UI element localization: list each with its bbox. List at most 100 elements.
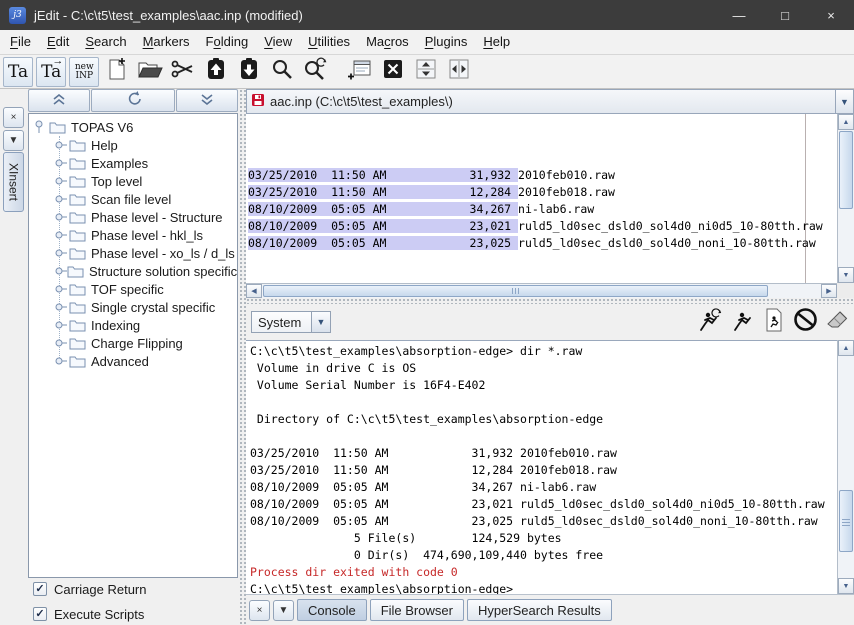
tree-collapsed-handle-icon[interactable] xyxy=(53,338,69,348)
menu-item-utilities[interactable]: Utilities xyxy=(300,30,358,54)
dock-close-button[interactable]: × xyxy=(3,107,24,128)
scroll-down-arrow-icon[interactable]: ▼ xyxy=(838,578,854,594)
tree-collapsed-handle-icon[interactable] xyxy=(53,302,69,312)
buffer-combo[interactable]: aac.inp (C:\c\t5\test_examples\) xyxy=(246,89,836,114)
tree-collapsed-handle-icon[interactable] xyxy=(53,284,69,294)
scrollbar-thumb[interactable] xyxy=(263,285,768,297)
vertical-splitter[interactable] xyxy=(239,89,246,625)
new-file-button[interactable] xyxy=(102,57,132,87)
find-button[interactable] xyxy=(267,57,297,87)
split-vertical-button[interactable] xyxy=(444,57,474,87)
text-automation-run-button[interactable]: Ta → xyxy=(36,57,66,87)
tree-item-help[interactable]: Help xyxy=(29,136,237,154)
tree-collapsed-handle-icon[interactable] xyxy=(53,212,69,222)
tree-item-phase-level-structure[interactable]: Phase level - Structure xyxy=(29,208,237,226)
clear-console-button[interactable] xyxy=(824,309,851,335)
open-file-button[interactable] xyxy=(135,57,165,87)
tree-item-charge-flipping[interactable]: Charge Flipping xyxy=(29,334,237,352)
tree-collapsed-handle-icon[interactable] xyxy=(53,356,69,366)
tab-file-browser[interactable]: File Browser xyxy=(370,599,464,621)
find-next-button[interactable] xyxy=(300,57,330,87)
tree-collapsed-handle-icon[interactable] xyxy=(53,176,69,186)
run-button[interactable] xyxy=(728,309,755,335)
collapse-all-button[interactable] xyxy=(28,89,90,112)
tree-item-tof-specific[interactable]: TOF specific xyxy=(29,280,237,298)
minimize-button[interactable]: — xyxy=(716,0,762,30)
tab-hypersearch-results[interactable]: HyperSearch Results xyxy=(467,599,612,621)
tree-collapsed-handle-icon[interactable] xyxy=(53,158,69,168)
close-button[interactable]: × xyxy=(808,0,854,30)
folder-icon xyxy=(69,355,86,368)
carriage-return-checkbox[interactable]: ✓ Carriage Return xyxy=(33,580,147,598)
paste-button[interactable] xyxy=(234,57,264,87)
unsplit-button[interactable] xyxy=(378,57,408,87)
scrollbar-thumb[interactable] xyxy=(839,131,853,209)
checkbox-checked-icon[interactable]: ✓ xyxy=(33,582,47,596)
maximize-button[interactable]: □ xyxy=(762,0,808,30)
menu-item-view[interactable]: View xyxy=(256,30,300,54)
shell-dropdown-arrow-icon[interactable]: ▼ xyxy=(311,312,330,332)
tree-collapsed-handle-icon[interactable] xyxy=(53,248,69,258)
reload-tree-button[interactable] xyxy=(91,89,174,112)
split-horizontal-button[interactable] xyxy=(411,57,441,87)
new-floating-instance-button[interactable] xyxy=(345,57,375,87)
tree-item-single-crystal-specific[interactable]: Single crystal specific xyxy=(29,298,237,316)
tree-item-phase-level-xo-ls-d-ls[interactable]: Phase level - xo_ls / d_ls xyxy=(29,244,237,262)
run-to-buffer-button[interactable] xyxy=(760,309,787,335)
editor-vertical-scrollbar[interactable]: ▲ ▼ xyxy=(837,114,854,283)
xinsert-tree[interactable]: TOPAS V6 HelpExamplesTop levelScan file … xyxy=(28,113,238,578)
folder-icon xyxy=(69,301,86,314)
copy-button[interactable] xyxy=(201,57,231,87)
tree-item-examples[interactable]: Examples xyxy=(29,154,237,172)
run-again-button[interactable] xyxy=(696,309,723,335)
scrollbar-thumb[interactable] xyxy=(839,490,853,552)
editor-horizontal-scrollbar[interactable]: ◀ ▶ xyxy=(246,283,837,298)
menu-item-plugins[interactable]: Plugins xyxy=(417,30,476,54)
shell-selector[interactable]: System ▼ xyxy=(251,311,331,333)
tab-console[interactable]: Console xyxy=(297,599,367,621)
menu-item-macros[interactable]: Macros xyxy=(358,30,417,54)
text-area[interactable]: 03/25/2010 11:50 AM 31,932 2010feb010.ra… xyxy=(246,114,837,283)
tree-item-phase-level-hkl-ls[interactable]: Phase level - hkl_ls xyxy=(29,226,237,244)
tree-collapsed-handle-icon[interactable] xyxy=(53,140,69,150)
tree-item-advanced[interactable]: Advanced xyxy=(29,352,237,370)
checkbox-checked-icon[interactable]: ✓ xyxy=(33,607,47,621)
scroll-up-arrow-icon[interactable]: ▲ xyxy=(838,114,854,130)
expand-all-button[interactable] xyxy=(176,89,238,112)
dock-menu-button[interactable]: ▼ xyxy=(273,600,294,621)
menu-item-help[interactable]: Help xyxy=(475,30,518,54)
execute-scripts-checkbox[interactable]: ✓ Execute Scripts xyxy=(33,605,144,623)
new-inp-button[interactable]: new INP xyxy=(69,57,99,87)
tree-collapsed-handle-icon[interactable] xyxy=(53,194,69,204)
buffer-dropdown-button[interactable]: ▼ xyxy=(836,89,854,114)
console-line: 08/10/2009 05:05 AM 23,021 ruld5_ld0sec_… xyxy=(250,496,837,513)
stop-button[interactable] xyxy=(792,309,819,335)
tree-collapsed-handle-icon[interactable] xyxy=(53,230,69,240)
cut-button[interactable] xyxy=(168,57,198,87)
tree-item-topas-v6[interactable]: TOPAS V6 xyxy=(29,118,237,136)
menu-item-folding[interactable]: Folding xyxy=(198,30,257,54)
scroll-down-arrow-icon[interactable]: ▼ xyxy=(838,267,854,283)
xinsert-dock-tab[interactable]: XInsert xyxy=(3,152,24,212)
tree-item-indexing[interactable]: Indexing xyxy=(29,316,237,334)
scroll-up-arrow-icon[interactable]: ▲ xyxy=(838,340,854,356)
tree-item-structure-solution-specific[interactable]: Structure solution specific xyxy=(29,262,237,280)
scroll-right-arrow-icon[interactable]: ▶ xyxy=(821,284,837,298)
tree-item-scan-file-level[interactable]: Scan file level xyxy=(29,190,237,208)
text-automation-button[interactable]: Ta xyxy=(3,57,33,87)
tree-collapsed-handle-icon[interactable] xyxy=(53,266,67,276)
menu-item-edit[interactable]: Edit xyxy=(39,30,77,54)
dock-menu-button[interactable]: ▼ xyxy=(3,130,24,151)
menu-item-file[interactable]: File xyxy=(2,30,39,54)
scroll-left-arrow-icon[interactable]: ◀ xyxy=(246,284,262,298)
menu-item-markers[interactable]: Markers xyxy=(135,30,198,54)
tree-item-top-level[interactable]: Top level xyxy=(29,172,237,190)
tree-item-label: TOF specific xyxy=(91,282,164,297)
console-vertical-scrollbar[interactable]: ▲ ▼ xyxy=(837,340,854,594)
dock-close-button[interactable]: × xyxy=(249,600,270,621)
menu-item-search[interactable]: Search xyxy=(77,30,134,54)
tree-expanded-handle-icon[interactable] xyxy=(33,120,49,134)
tree-item-label: Indexing xyxy=(91,318,140,333)
tree-collapsed-handle-icon[interactable] xyxy=(53,320,69,330)
console-output[interactable]: C:\c\t5\test_examples\absorption-edge> d… xyxy=(246,340,837,594)
